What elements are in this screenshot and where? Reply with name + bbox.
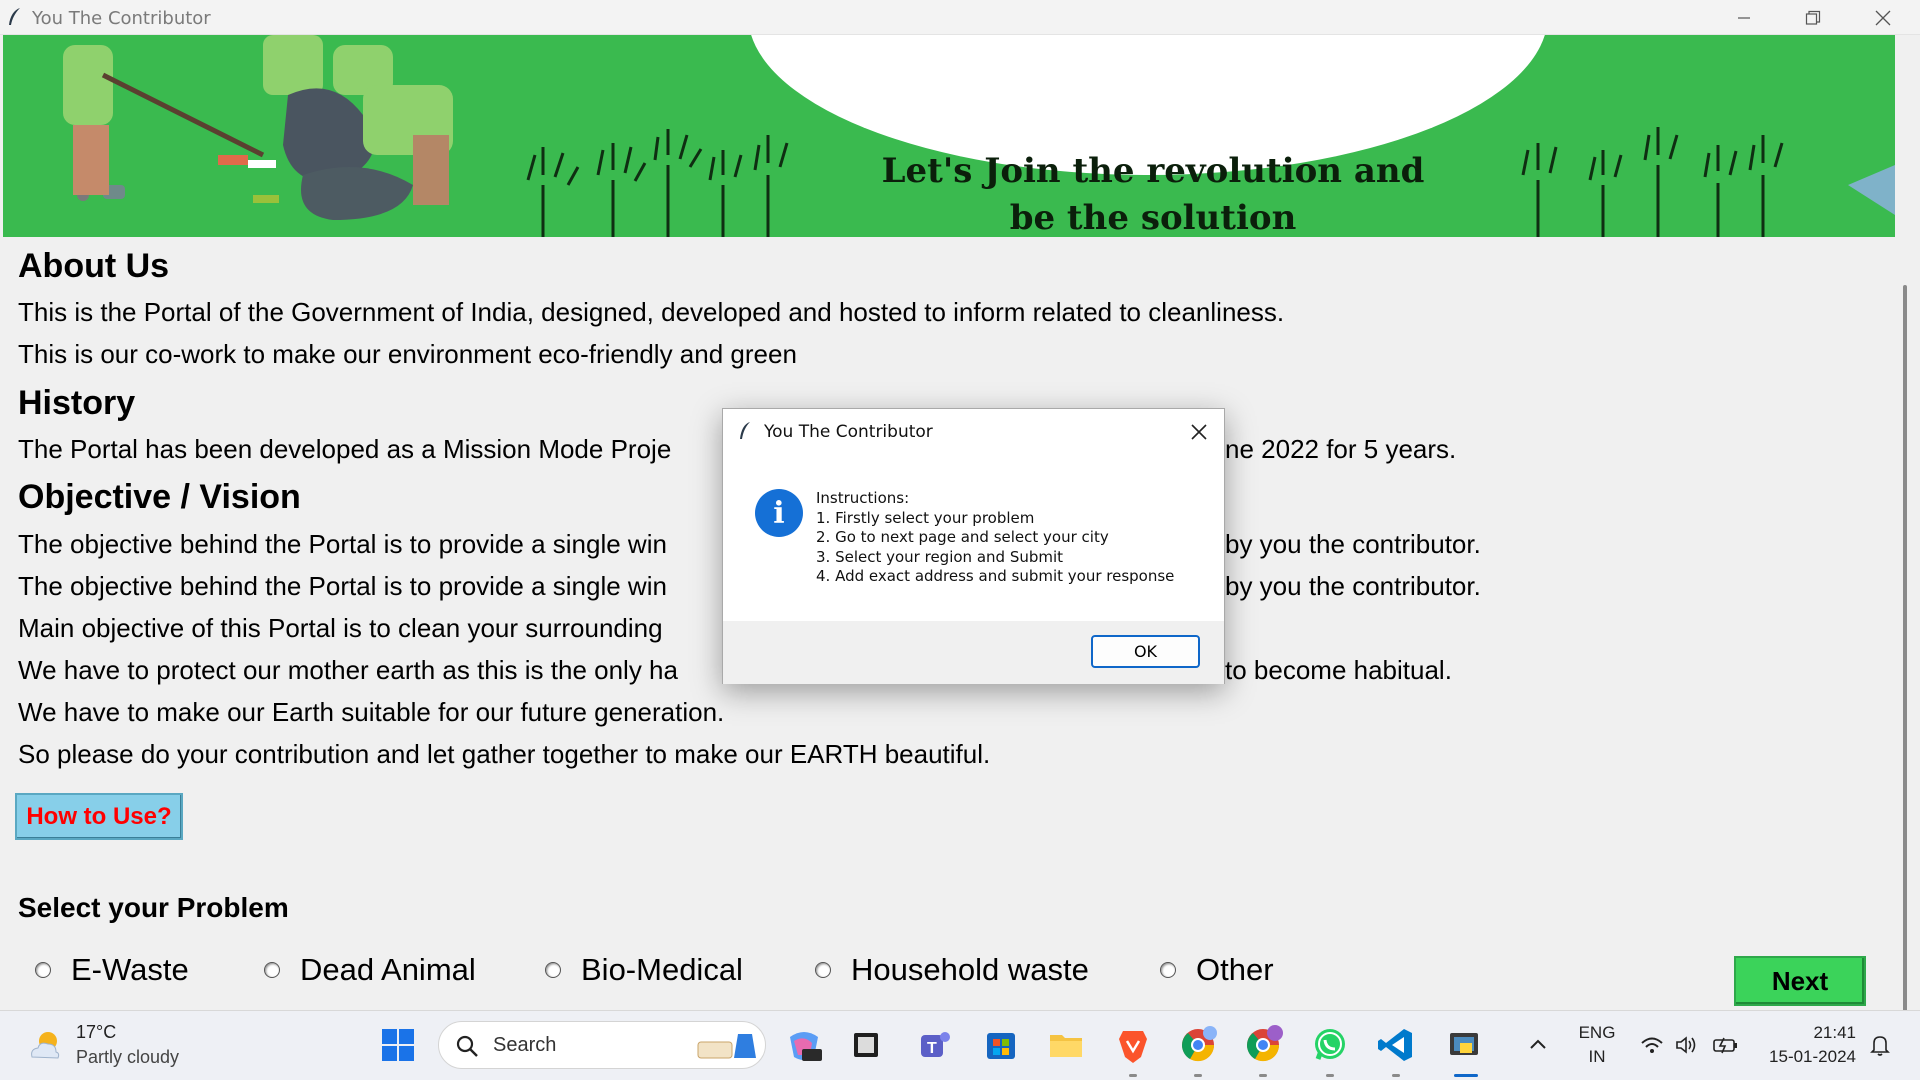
- chevron-up-icon[interactable]: [1528, 1037, 1548, 1051]
- feather-app-icon: [740, 422, 750, 439]
- close-icon: [1875, 10, 1891, 25]
- dialog-title: You The Contributor: [764, 422, 933, 442]
- how-to-use-button[interactable]: How to Use?: [15, 793, 183, 840]
- objective-text-2: The objective behind the Portal is to pr…: [18, 571, 667, 601]
- radio-label: Household waste: [851, 952, 1089, 987]
- radio-button[interactable]: [264, 962, 280, 978]
- running-indicator: [1194, 1074, 1202, 1077]
- partly-cloudy-icon[interactable]: [26, 1027, 64, 1065]
- running-indicator: [1326, 1074, 1334, 1077]
- chrome-profile-icon[interactable]: [1243, 1025, 1283, 1065]
- radio-e-waste[interactable]: E-Waste: [35, 945, 189, 995]
- python-app-icon[interactable]: [1444, 1025, 1484, 1065]
- dialog-titlebar: You The Contributor: [723, 409, 1224, 454]
- history-text-right: ne 2022 for 5 years.: [1225, 434, 1457, 464]
- dialog-message: Instructions: 1. Firstly select your pro…: [816, 489, 1174, 587]
- dialog-line: 4. Add exact address and submit your res…: [816, 567, 1175, 585]
- file-explorer-icon[interactable]: [1046, 1025, 1086, 1065]
- restore-button[interactable]: [1778, 0, 1848, 35]
- wifi-icon[interactable]: [1640, 1035, 1664, 1055]
- banner-slogan-line1: Let's Join the revolution and: [881, 151, 1425, 191]
- windows-start-icon[interactable]: [378, 1025, 418, 1065]
- radio-label: Other: [1196, 952, 1274, 987]
- clock-time[interactable]: 21:41: [1756, 1023, 1856, 1043]
- objective-heading: Objective / Vision: [18, 478, 301, 516]
- history-heading: History: [18, 384, 136, 422]
- minimize-button[interactable]: [1709, 0, 1779, 35]
- window-title: You The Contributor: [32, 8, 211, 29]
- objective-text-5: We have to make our Earth suitable for o…: [18, 697, 725, 727]
- active-indicator: [1454, 1074, 1478, 1077]
- info-icon: i: [755, 489, 803, 537]
- objective-text-3: Main objective of this Portal is to clea…: [18, 613, 663, 643]
- restore-icon: [1805, 10, 1821, 25]
- weather-condition: Partly cloudy: [76, 1047, 180, 1067]
- window-titlebar: You The Contributor: [0, 0, 1920, 35]
- task-view-icon[interactable]: [846, 1025, 886, 1065]
- objective-text-2-right: by you the contributor.: [1225, 571, 1481, 601]
- instructions-dialog: You The Contributor i Instructions: 1. F…: [722, 408, 1225, 684]
- notification-bell-icon[interactable]: [1868, 1033, 1892, 1057]
- volume-icon[interactable]: [1674, 1035, 1698, 1055]
- dialog-body: i Instructions: 1. Firstly select your p…: [723, 454, 1224, 621]
- region-indicator[interactable]: IN: [1572, 1047, 1622, 1067]
- whatsapp-icon[interactable]: [1310, 1025, 1350, 1065]
- radio-household-waste[interactable]: Household waste: [815, 945, 1089, 995]
- weather-temperature: 17°C: [76, 1022, 117, 1042]
- history-text: The Portal has been developed as a Missi…: [18, 434, 672, 464]
- dialog-line: 3. Select your region and Submit: [816, 547, 1064, 566]
- objective-text-4: We have to protect our mother earth as t…: [18, 655, 678, 685]
- radio-button[interactable]: [815, 962, 831, 978]
- microsoft-store-icon[interactable]: [981, 1025, 1021, 1065]
- ok-button[interactable]: OK: [1091, 635, 1200, 668]
- search-icon: [456, 1035, 478, 1057]
- teams-icon[interactable]: T: [915, 1025, 955, 1065]
- running-indicator: [1129, 1074, 1137, 1077]
- radio-button[interactable]: [1160, 962, 1176, 978]
- radio-label: Dead Animal: [300, 952, 476, 987]
- close-icon[interactable]: [1188, 421, 1210, 443]
- dialog-line: Instructions:: [816, 489, 910, 507]
- chrome-icon[interactable]: [1178, 1025, 1218, 1065]
- objective-text-1: The objective behind the Portal is to pr…: [18, 529, 667, 559]
- close-window-button[interactable]: [1848, 0, 1918, 35]
- running-indicator: [1259, 1074, 1267, 1077]
- search-highlight-icon: [697, 1034, 756, 1059]
- battery-charging-icon[interactable]: [1712, 1035, 1740, 1055]
- radio-button[interactable]: [545, 962, 561, 978]
- radio-bio-medical[interactable]: Bio-Medical: [545, 945, 743, 995]
- objective-text-6: So please do your contribution and let g…: [18, 739, 991, 769]
- svg-text:T: T: [927, 1040, 937, 1057]
- vscode-icon[interactable]: [1376, 1025, 1416, 1065]
- copilot-icon[interactable]: [784, 1025, 824, 1065]
- dialog-line: 2. Go to next page and select your city: [816, 528, 1109, 546]
- radio-other[interactable]: Other: [1160, 945, 1274, 995]
- minimize-icon: [1738, 16, 1750, 19]
- taskbar-search[interactable]: Search: [438, 1021, 766, 1069]
- select-problem-label: Select your Problem: [18, 892, 289, 923]
- about-heading: About Us: [18, 247, 170, 285]
- running-indicator: [1392, 1074, 1400, 1077]
- vertical-scrollbar[interactable]: [1903, 285, 1907, 1015]
- about-text-2: This is our co-work to make our environm…: [18, 339, 797, 369]
- banner-slogan-line2: be the solution: [1009, 198, 1297, 237]
- radio-label: Bio-Medical: [581, 952, 743, 987]
- about-text-1: This is the Portal of the Government of …: [18, 297, 1285, 327]
- objective-text-1-right: by you the contributor.: [1225, 529, 1481, 559]
- radio-button[interactable]: [35, 962, 51, 978]
- next-button[interactable]: Next: [1734, 956, 1866, 1006]
- language-indicator[interactable]: ENG: [1572, 1023, 1622, 1043]
- search-placeholder: Search: [493, 1034, 557, 1056]
- taskbar: 17°C Partly cloudy Search T ENG IN 21:41…: [0, 1010, 1920, 1080]
- dialog-line: 1. Firstly select your problem: [816, 508, 1035, 527]
- radio-label: E-Waste: [71, 952, 189, 987]
- brave-browser-icon[interactable]: [1113, 1025, 1153, 1065]
- feather-app-icon: [9, 8, 20, 25]
- radio-dead-animal[interactable]: Dead Animal: [264, 945, 476, 995]
- objective-text-4-right: to become habitual.: [1225, 655, 1452, 685]
- clock-date[interactable]: 15-01-2024: [1756, 1047, 1856, 1067]
- banner-image: Let's Join the revolution and be the sol…: [3, 35, 1895, 237]
